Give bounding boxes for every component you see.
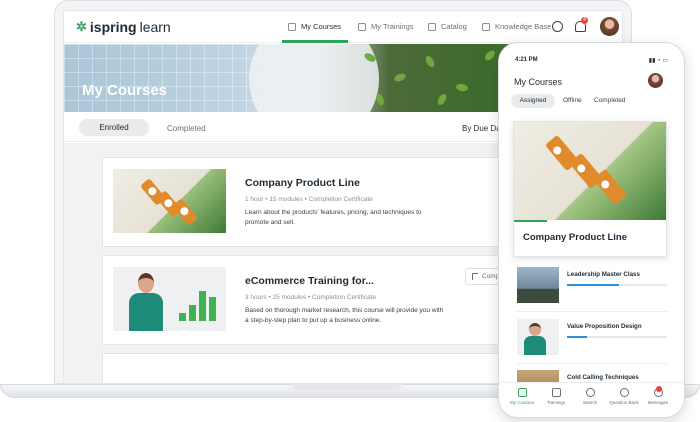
course-card[interactable]: Company Product Line 1 hour • 15 modules… xyxy=(102,157,522,247)
course-meta: 3 hours • 25 modules • Completion Certif… xyxy=(245,294,377,301)
presenter-illustration xyxy=(127,273,165,331)
tab-completed[interactable]: Completed xyxy=(594,94,625,108)
leaf xyxy=(483,48,497,63)
status-time: 4:21 PM xyxy=(515,57,538,63)
calendar-icon xyxy=(358,22,366,31)
bag-icon xyxy=(428,22,436,31)
nav-label: Question Bank xyxy=(609,400,639,405)
course-description: Learn about the products' features, pric… xyxy=(245,209,422,226)
course-thumbnail xyxy=(113,169,226,233)
calendar-icon xyxy=(551,388,561,397)
course-meta: 1 hour • 15 modules • Completion Certifi… xyxy=(245,196,373,203)
bottle-illustration xyxy=(592,168,628,206)
nav-label: Messages xyxy=(647,400,669,405)
top-navigation: ✲ ispring learn My Courses My Trainings … xyxy=(64,11,622,43)
chat-icon[interactable] xyxy=(552,21,563,32)
progress-bar xyxy=(567,284,667,286)
course-thumbnail xyxy=(517,267,559,303)
tab-enrolled[interactable]: Enrolled xyxy=(79,119,149,136)
phone-frame: 4:21 PM ▮▮ ◔ ▭ My Courses Assigned Offli… xyxy=(498,42,685,418)
tab-knowledge-base[interactable]: Knowledge Base xyxy=(482,22,551,31)
tab-my-trainings[interactable]: My Trainings xyxy=(358,22,414,31)
course-thumbnail xyxy=(113,267,226,331)
nav-question-bank[interactable]: Question Bank xyxy=(607,388,641,405)
list-item[interactable]: Leadership Master Class xyxy=(517,267,667,307)
course-title[interactable]: eCommerce Training for... xyxy=(245,275,374,287)
chart-bar xyxy=(199,291,206,321)
tab-catalog[interactable]: Catalog xyxy=(428,22,467,31)
avatar[interactable] xyxy=(648,73,663,88)
featured-course-card[interactable]: Company Product Line xyxy=(513,121,667,257)
avatar[interactable] xyxy=(600,17,619,36)
flag-icon xyxy=(472,273,478,280)
leaf xyxy=(393,72,407,83)
nav-label: My Courses xyxy=(509,400,534,405)
status-indicators: ▮▮ ◔ ▭ xyxy=(648,58,668,64)
complete-button-label: Comp xyxy=(482,273,500,280)
tab-offline[interactable]: Offline xyxy=(563,94,582,108)
progress-fill xyxy=(567,336,587,338)
document-icon xyxy=(482,22,490,31)
chart-bar xyxy=(209,297,216,321)
nav-my-courses[interactable]: My Courses xyxy=(505,388,539,405)
leaf xyxy=(435,92,449,107)
course-card[interactable] xyxy=(102,353,522,383)
logo-brand: ispring xyxy=(89,19,137,35)
question-icon xyxy=(619,388,629,397)
tab-label: My Trainings xyxy=(371,22,414,31)
phone-page-title: My Courses xyxy=(514,77,563,87)
progress-bar xyxy=(567,336,667,338)
tab-my-courses[interactable]: My Courses xyxy=(288,22,341,31)
course-thumbnail xyxy=(514,122,666,220)
laptop-notch xyxy=(292,384,402,390)
hero-arc xyxy=(249,44,379,112)
notification-badge: 4 xyxy=(581,17,588,24)
book-icon xyxy=(288,22,296,31)
tab-label: Catalog xyxy=(441,22,467,31)
leaf xyxy=(423,54,437,69)
divider xyxy=(517,311,667,312)
tab-label: My Courses xyxy=(301,22,342,31)
tab-assigned[interactable]: Assigned xyxy=(511,94,555,108)
active-tab-indicator xyxy=(282,40,348,43)
nav-label: Trainings xyxy=(546,400,566,405)
book-icon xyxy=(517,388,527,397)
course-card[interactable]: eCommerce Training for... 3 hours • 25 m… xyxy=(102,255,525,345)
tab-label: Knowledge Base xyxy=(495,22,552,31)
course-thumbnail xyxy=(517,319,559,355)
course-description: Based on thorough market research, this … xyxy=(245,307,444,324)
nav-label: Search xyxy=(582,400,598,405)
progress-fill xyxy=(567,284,619,286)
course-title: Value Proposition Design xyxy=(567,323,642,330)
leaf xyxy=(374,92,386,107)
sort-dropdown[interactable]: By Due Da xyxy=(462,124,501,133)
divider xyxy=(517,363,667,364)
search-icon xyxy=(585,388,595,397)
nav-search[interactable]: Search xyxy=(573,388,607,405)
chart-bar xyxy=(189,305,196,321)
logo-product: learn xyxy=(139,19,171,35)
list-item[interactable]: Value Proposition Design xyxy=(517,319,667,359)
bottom-navigation: My Courses Trainings Search Question Ban… xyxy=(499,382,684,417)
nav-trainings[interactable]: Trainings xyxy=(539,388,573,405)
messages-badge xyxy=(656,386,662,392)
chart-bar xyxy=(179,313,186,321)
logo-mark-icon: ✲ xyxy=(76,19,87,34)
course-title: Company Product Line xyxy=(523,232,627,243)
progress-bar xyxy=(514,220,548,222)
leaf xyxy=(455,83,469,92)
course-title: Cold Calling Techniques xyxy=(567,374,639,381)
course-title: Leadership Master Class xyxy=(567,271,640,278)
tab-completed[interactable]: Completed xyxy=(167,124,206,133)
page-title: My Courses xyxy=(82,82,168,99)
course-title[interactable]: Company Product Line xyxy=(245,177,360,189)
logo[interactable]: ✲ ispring learn xyxy=(76,19,171,35)
